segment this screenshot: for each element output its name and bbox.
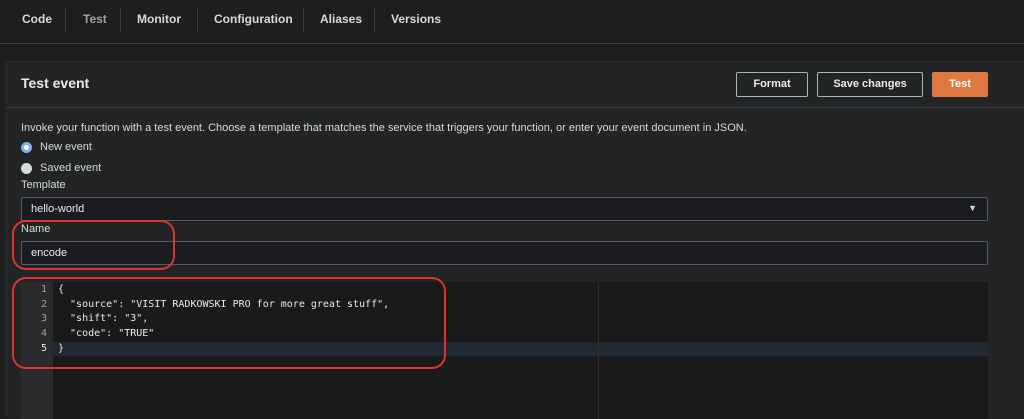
- template-label: Template: [21, 179, 66, 191]
- line-number: 1: [40, 284, 47, 295]
- tab-divider: [303, 8, 304, 32]
- print-margin: [598, 282, 599, 419]
- tab-bar: Code Test Monitor Configuration Aliases …: [0, 0, 1024, 44]
- event-name-input[interactable]: encode: [21, 241, 988, 265]
- code-line: "source": "VISIT RADKOWSKI PRO for more …: [58, 299, 390, 310]
- panel-title: Test event: [21, 75, 90, 91]
- code-line: "code": "TRUE": [58, 328, 155, 339]
- caret-down-icon: ▼: [968, 203, 977, 213]
- line-number-active: 5: [40, 343, 47, 354]
- tab-divider: [65, 8, 66, 32]
- line-number: 4: [40, 328, 47, 339]
- radio-selected-icon[interactable]: [21, 142, 32, 153]
- name-label: Name: [21, 223, 51, 235]
- tab-divider: [197, 8, 198, 32]
- tab-code[interactable]: Code: [22, 0, 52, 38]
- template-select[interactable]: hello-world ▼: [21, 197, 988, 221]
- tab-configuration[interactable]: Configuration: [214, 0, 293, 38]
- tab-test[interactable]: Test: [83, 0, 107, 38]
- format-button[interactable]: Format: [736, 72, 808, 97]
- tab-monitor[interactable]: Monitor: [137, 0, 181, 38]
- save-changes-button[interactable]: Save changes: [817, 72, 923, 97]
- code-line: "shift": "3",: [58, 313, 149, 324]
- code-line: {: [58, 284, 65, 295]
- test-button[interactable]: Test: [932, 72, 988, 97]
- tab-divider: [120, 8, 121, 32]
- tab-aliases[interactable]: Aliases: [320, 0, 362, 38]
- line-number-gutter: 1 2 3 4 5: [21, 282, 53, 419]
- test-event-panel: Test event Format Save changes Test Invo…: [5, 61, 1024, 419]
- active-line-highlight: [53, 342, 988, 356]
- radio-label: New event: [40, 141, 92, 153]
- radio-unselected-icon[interactable]: [21, 163, 32, 174]
- panel-header: Test event Format Save changes Test: [5, 62, 1024, 108]
- tab-divider: [374, 8, 375, 32]
- line-number: 3: [40, 313, 47, 324]
- code-line: }: [58, 343, 65, 354]
- description-text: Invoke your function with a test event. …: [21, 122, 747, 134]
- tab-versions[interactable]: Versions: [391, 0, 441, 38]
- json-code-editor[interactable]: 1 2 3 4 5 { "source": "VISIT RADKOWSKI P…: [21, 282, 988, 419]
- template-value: hello-world: [31, 203, 85, 215]
- line-number: 2: [40, 299, 47, 310]
- radio-label: Saved event: [40, 162, 102, 174]
- event-name-value: encode: [31, 247, 68, 259]
